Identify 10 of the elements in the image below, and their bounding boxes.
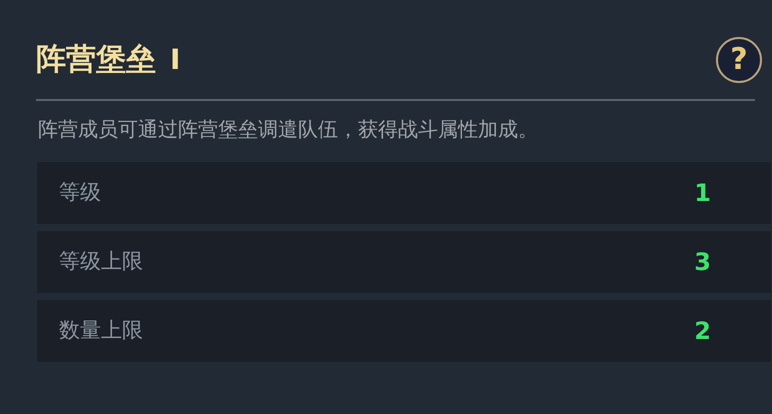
stat-label: 等级上限	[59, 248, 143, 276]
help-button[interactable]: ?	[716, 37, 762, 83]
panel-title: 阵营堡垒	[36, 45, 156, 75]
stat-label: 等级	[59, 179, 101, 206]
description: 阵营成员可通过阵营堡垒调遣队伍，获得战斗属性加成。	[37, 119, 539, 139]
stat-value: 1	[694, 178, 711, 209]
stat-label: 数量上限	[59, 317, 143, 344]
tier-label: I	[170, 46, 180, 74]
stat-value: 2	[694, 316, 711, 347]
stat-value: 3	[694, 247, 711, 278]
